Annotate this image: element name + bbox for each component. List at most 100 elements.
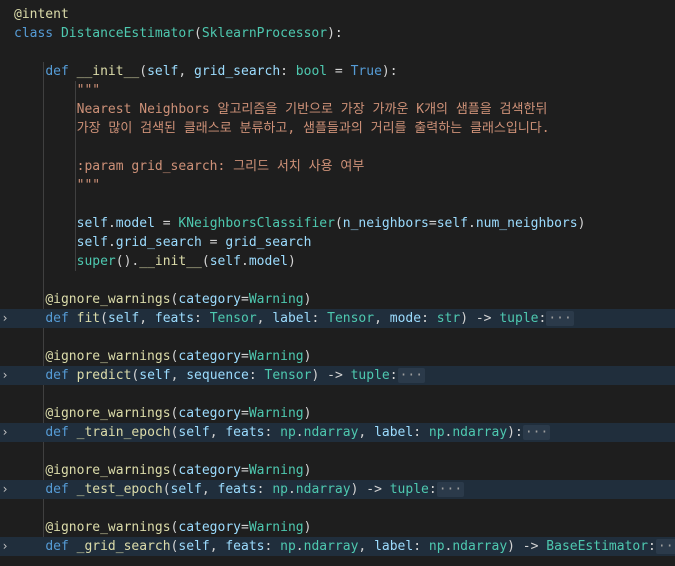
code-line[interactable]: self.grid_search = grid_search <box>0 233 675 252</box>
code-text: @ignore_warnings(category=Warning) <box>14 404 311 423</box>
code-token: feats <box>217 482 257 497</box>
code-token: feats <box>154 311 195 326</box>
folded-code-line[interactable]: › def _grid_search(self, feats: np.ndarr… <box>0 537 675 556</box>
code-line[interactable]: """ <box>0 81 675 100</box>
code-token: category <box>178 463 241 478</box>
code-line[interactable] <box>0 385 675 404</box>
code-line[interactable]: 가장 많이 검색된 클래스로 분류하고, 샘플들과의 거리를 출력하는 클래스입… <box>0 119 675 138</box>
code-line[interactable]: @intent <box>0 5 675 24</box>
code-text: def _grid_search(self, feats: np.ndarray… <box>14 537 675 556</box>
code-line[interactable]: @ignore_warnings(category=Warning) <box>0 518 675 537</box>
code-token: def <box>45 539 77 554</box>
code-line[interactable] <box>0 43 675 62</box>
chevron-right-icon[interactable]: › <box>0 423 10 442</box>
code-token: ) -> <box>507 539 547 554</box>
code-token: tuple <box>499 311 539 326</box>
code-token: @ignore_warnings <box>45 520 171 535</box>
code-line[interactable]: @ignore_warnings(category=Warning) <box>0 404 675 423</box>
code-token: category <box>178 349 241 364</box>
folded-ellipsis[interactable]: ··· <box>397 368 426 383</box>
code-token: = <box>241 463 249 478</box>
code-token: : <box>389 368 398 383</box>
code-token: np <box>428 425 445 440</box>
chevron-right-icon[interactable]: › <box>0 366 10 385</box>
code-token: BaseEstimator <box>546 539 649 554</box>
folded-code-line[interactable]: › def _test_epoch(self, feats: np.ndarra… <box>0 480 675 499</box>
code-line[interactable] <box>0 328 675 347</box>
code-token: (). <box>115 254 140 269</box>
code-line[interactable] <box>0 499 675 518</box>
code-token: ( <box>194 26 202 41</box>
code-line[interactable]: @ignore_warnings(category=Warning) <box>0 347 675 366</box>
code-editor[interactable]: @intent class DistanceEstimator(SklearnPr… <box>0 0 675 566</box>
code-token: label <box>374 539 414 554</box>
code-token: __init__ <box>76 64 140 79</box>
code-token: , <box>374 311 390 326</box>
code-token: . <box>295 425 304 440</box>
code-line[interactable]: :param grid_search: 그리드 서치 사용 여부 <box>0 157 675 176</box>
folded-code-line[interactable]: › def fit(self, feats: Tensor, label: Te… <box>0 309 675 328</box>
folded-ellipsis[interactable]: ··· <box>436 482 465 497</box>
code-token: : <box>256 482 273 497</box>
code-token: , <box>139 311 155 326</box>
code-token: def <box>45 368 77 383</box>
folded-ellipsis[interactable]: ··· <box>546 311 574 326</box>
folded-code-line[interactable]: › def _train_epoch(self, feats: np.ndarr… <box>0 423 675 442</box>
code-line[interactable]: class DistanceEstimator(SklearnProcessor… <box>0 24 675 43</box>
code-token: category <box>178 520 241 535</box>
code-text: @ignore_warnings(category=Warning) <box>14 518 311 537</box>
code-token: True <box>350 64 382 79</box>
code-text: super().__init__(self.model) <box>14 252 296 271</box>
code-token: label <box>272 311 312 326</box>
code-token: ( <box>334 216 343 231</box>
code-text: self.grid_search = grid_search <box>14 233 312 252</box>
code-token: ) <box>303 292 312 307</box>
folded-code-line[interactable]: › def predict(self, sequence: Tensor) ->… <box>0 366 675 385</box>
code-token: KNeighborsClassifier <box>178 216 335 231</box>
code-token: str <box>436 311 461 326</box>
folded-ellipsis[interactable]: ··· <box>655 539 675 554</box>
code-text: self.model = KNeighborsClassifier(n_neig… <box>14 214 586 233</box>
code-token: self <box>139 368 171 383</box>
code-text: """ <box>14 81 100 100</box>
code-token: model <box>248 254 288 269</box>
code-token: Nearest Neighbors 알고리즘을 기반으로 가장 가까운 K개의 … <box>76 102 548 117</box>
code-token: grid_search <box>225 235 312 250</box>
code-text: :param grid_search: 그리드 서치 사용 여부 <box>14 157 365 176</box>
code-token: , <box>358 425 375 440</box>
code-token: ( <box>139 64 148 79</box>
chevron-right-icon[interactable]: › <box>0 480 10 499</box>
code-token: ) <box>303 406 312 421</box>
code-line[interactable] <box>0 138 675 157</box>
code-token: model <box>115 216 155 231</box>
code-token: self <box>178 425 210 440</box>
code-line[interactable]: @ignore_warnings(category=Warning) <box>0 290 675 309</box>
code-token: ndarray <box>295 482 351 497</box>
code-text: Nearest Neighbors 알고리즘을 기반으로 가장 가까운 K개의 … <box>14 100 548 119</box>
code-line[interactable]: super().__init__(self.model) <box>0 252 675 271</box>
code-line[interactable]: Nearest Neighbors 알고리즘을 기반으로 가장 가까운 K개의 … <box>0 100 675 119</box>
code-line[interactable] <box>0 271 675 290</box>
code-token: ) <box>303 520 312 535</box>
code-token: . <box>468 216 476 231</box>
code-line[interactable]: """ <box>0 176 675 195</box>
code-line[interactable] <box>0 195 675 214</box>
chevron-right-icon[interactable]: › <box>0 537 10 556</box>
chevron-right-icon[interactable]: › <box>0 309 10 328</box>
code-token: ndarray <box>303 425 359 440</box>
code-line[interactable]: def __init__(self, grid_search: bool = T… <box>0 62 675 81</box>
folded-ellipsis[interactable]: ··· <box>522 425 551 440</box>
code-token: self <box>178 539 210 554</box>
code-token: feats <box>225 539 265 554</box>
code-line[interactable] <box>0 442 675 461</box>
code-line[interactable]: @ignore_warnings(category=Warning) <box>0 461 675 480</box>
code-line[interactable]: self.model = KNeighborsClassifier(n_neig… <box>0 214 675 233</box>
code-token: = <box>327 64 351 79</box>
